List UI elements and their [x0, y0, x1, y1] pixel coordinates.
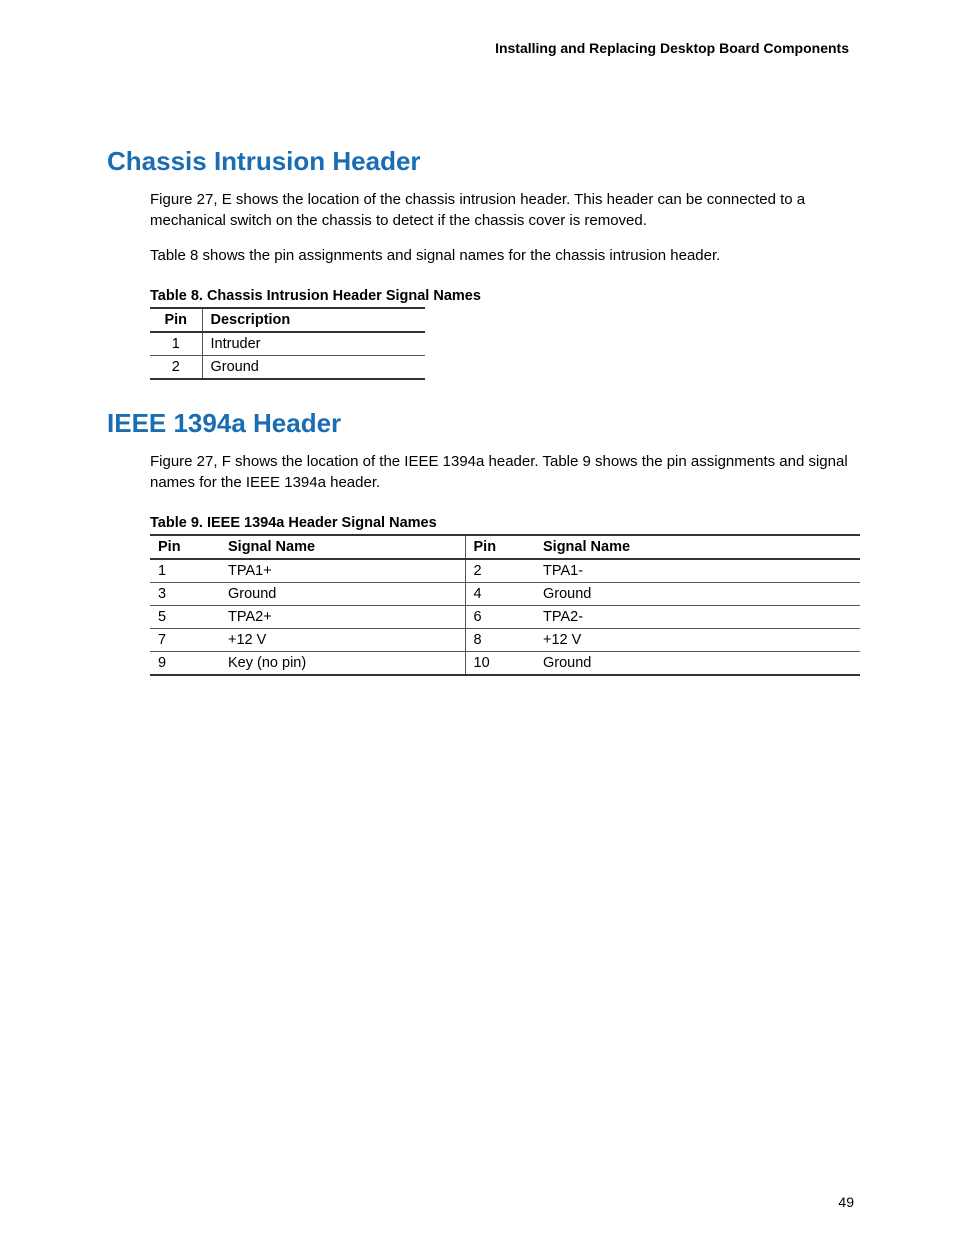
table-cell: 5	[150, 606, 220, 629]
table-row: 1 TPA1+ 2 TPA1-	[150, 559, 860, 583]
table-cell: TPA2+	[220, 606, 465, 629]
table-chassis-intrusion: Pin Description 1 Intruder 2 Ground	[150, 307, 425, 380]
table-header-cell: Pin	[150, 535, 220, 559]
table-caption: Table 8. Chassis Intrusion Header Signal…	[150, 288, 859, 304]
table-cell: 1	[150, 559, 220, 583]
table-cell: 2	[150, 356, 202, 380]
table-cell: 2	[465, 559, 535, 583]
table-cell: TPA1-	[535, 559, 860, 583]
table-cell: Ground	[535, 583, 860, 606]
table-header-cell: Signal Name	[220, 535, 465, 559]
table-cell: Ground	[202, 356, 425, 380]
body-paragraph: Figure 27, F shows the location of the I…	[150, 451, 859, 493]
table-row: 5 TPA2+ 6 TPA2-	[150, 606, 860, 629]
table-cell: 9	[150, 652, 220, 676]
table-cell: 10	[465, 652, 535, 676]
table-cell: Ground	[535, 652, 860, 676]
section-heading-ieee-1394a: IEEE 1394a Header	[107, 408, 859, 439]
table-cell: 8	[465, 629, 535, 652]
body-paragraph: Figure 27, E shows the location of the c…	[150, 189, 859, 231]
table-cell: 6	[465, 606, 535, 629]
table-cell: 4	[465, 583, 535, 606]
table-cell: Intruder	[202, 332, 425, 356]
table-cell: TPA1+	[220, 559, 465, 583]
table-cell: 1	[150, 332, 202, 356]
body-paragraph: Table 8 shows the pin assignments and si…	[150, 245, 859, 266]
table-row: 7 +12 V 8 +12 V	[150, 629, 860, 652]
table-header-cell: Signal Name	[535, 535, 860, 559]
table-header-cell: Pin	[150, 308, 202, 332]
table-row: 1 Intruder	[150, 332, 425, 356]
table-cell: Ground	[220, 583, 465, 606]
table-cell: TPA2-	[535, 606, 860, 629]
table-cell: +12 V	[535, 629, 860, 652]
page-header: Installing and Replacing Desktop Board C…	[110, 40, 859, 56]
table-cell: 7	[150, 629, 220, 652]
table-ieee-1394a: Pin Signal Name Pin Signal Name 1 TPA1+ …	[150, 534, 860, 676]
table-row: 9 Key (no pin) 10 Ground	[150, 652, 860, 676]
section-heading-chassis-intrusion: Chassis Intrusion Header	[107, 146, 859, 177]
table-row: 3 Ground 4 Ground	[150, 583, 860, 606]
table-header-cell: Description	[202, 308, 425, 332]
table-cell: 3	[150, 583, 220, 606]
page-number: 49	[838, 1194, 854, 1210]
table-row: 2 Ground	[150, 356, 425, 380]
table-cell: Key (no pin)	[220, 652, 465, 676]
table-cell: +12 V	[220, 629, 465, 652]
table-header-cell: Pin	[465, 535, 535, 559]
table-caption: Table 9. IEEE 1394a Header Signal Names	[150, 515, 859, 531]
